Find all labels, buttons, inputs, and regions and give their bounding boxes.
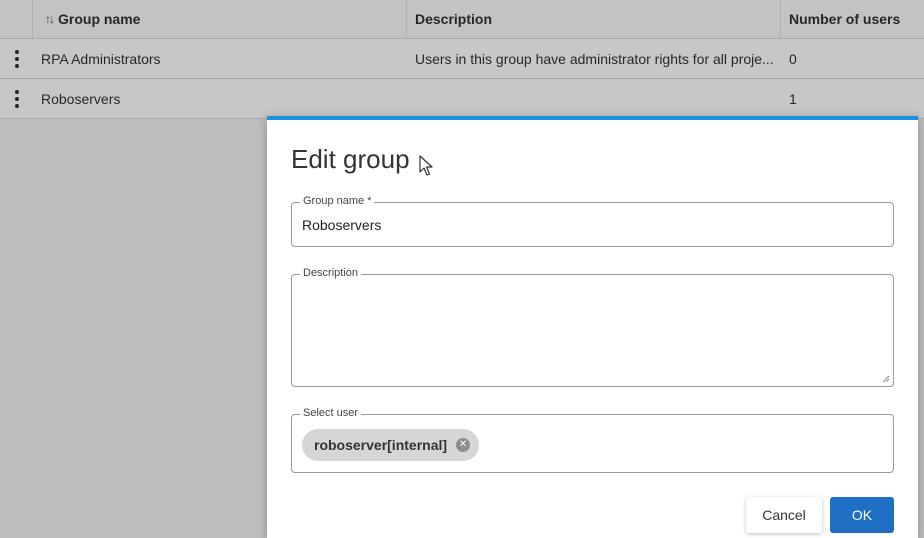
edit-group-dialog: Edit group Group name * Description Sele… — [267, 116, 918, 538]
group-name-label: Group name * — [300, 195, 375, 207]
group-name-field[interactable]: Group name * — [291, 195, 894, 247]
select-user-field[interactable]: Select user roboserver[internal] ✕ — [291, 407, 894, 473]
mouse-cursor-icon — [419, 155, 433, 176]
resize-handle-icon[interactable] — [882, 375, 890, 383]
dialog-title: Edit group — [291, 144, 410, 174]
remove-chip-icon[interactable]: ✕ — [456, 438, 471, 452]
description-textarea[interactable] — [302, 289, 882, 379]
group-name-input[interactable] — [302, 217, 882, 233]
cancel-button[interactable]: Cancel — [746, 497, 822, 533]
selected-user-chip[interactable]: roboserver[internal] ✕ — [302, 429, 480, 461]
description-label: Description — [300, 267, 362, 279]
select-user-label: Select user — [300, 407, 362, 419]
chip-label: roboserver[internal] — [314, 437, 448, 453]
ok-button[interactable]: OK — [830, 497, 894, 533]
description-field[interactable]: Description — [291, 267, 894, 387]
